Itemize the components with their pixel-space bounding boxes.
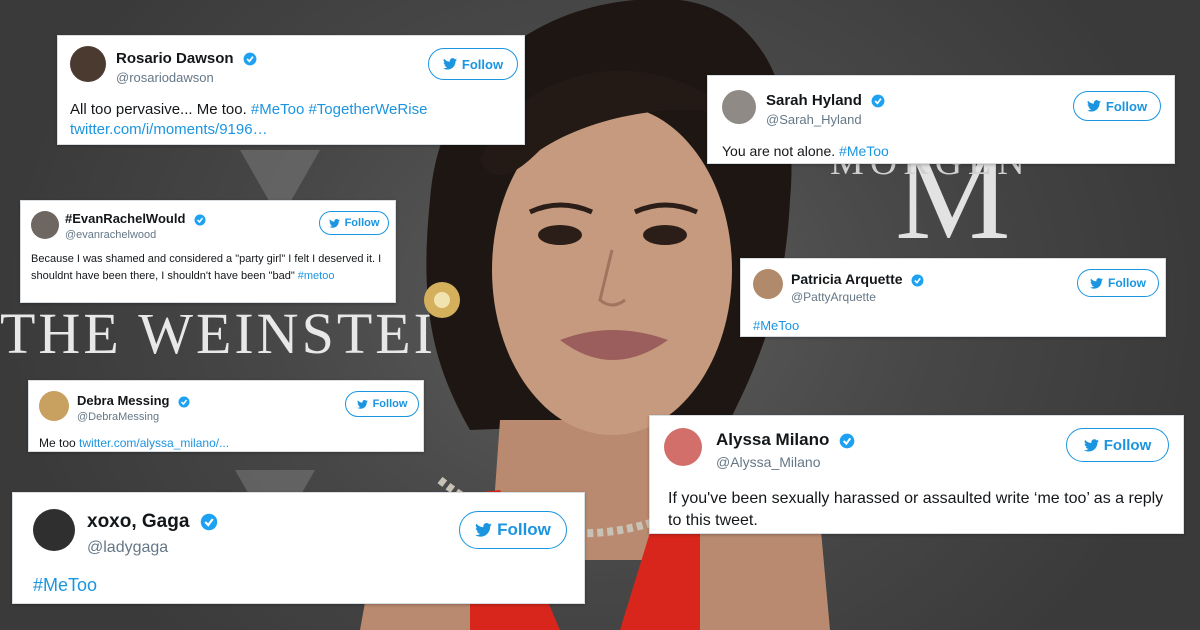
follow-label: Follow <box>1105 98 1148 114</box>
tweet-text: #MeToo <box>33 573 573 597</box>
avatar[interactable] <box>753 269 783 299</box>
follow-button[interactable]: Follow <box>1066 428 1169 462</box>
follow-button[interactable]: Follow <box>459 511 567 549</box>
verified-badge-icon <box>911 274 924 287</box>
tweet-text-plain: If you've been sexually harassed or assa… <box>668 490 1164 529</box>
tweet-text: You are not alone. #MeToo <box>722 142 1162 161</box>
follow-button[interactable]: Follow <box>345 391 419 417</box>
display-name: Rosario Dawson <box>116 50 257 67</box>
hashtag-link[interactable]: #MeToo <box>33 575 97 595</box>
handle[interactable]: @PattyArquette <box>791 290 876 304</box>
tweet-text-plain: All too pervasive... Me too. <box>70 101 251 118</box>
follow-button[interactable]: Follow <box>1077 269 1159 297</box>
handle[interactable]: @ladygaga <box>87 539 168 557</box>
twitter-bird-icon <box>442 58 457 70</box>
verified-badge-icon <box>243 52 257 66</box>
tweet-text: Me too twitter.com/alyssa_milano/... <box>39 435 419 451</box>
follow-label: Follow <box>1103 436 1152 454</box>
tweet-card: Alyssa Milano @Alyssa_Milano Follow If y… <box>649 415 1184 534</box>
tweet-text: #MeToo <box>753 317 1153 335</box>
moment-link[interactable]: twitter.com/i/moments/9196… <box>70 121 268 138</box>
avatar[interactable] <box>39 391 69 421</box>
tweet-card: #EvanRachelWould @evanrachelwood Follow … <box>20 200 396 303</box>
avatar[interactable] <box>722 90 756 124</box>
avatar[interactable] <box>664 428 702 466</box>
display-name-text: Sarah Hyland <box>766 92 862 109</box>
avatar[interactable] <box>31 211 59 239</box>
tweet-text: Because I was shamed and considered a "p… <box>31 251 389 284</box>
tweet-card: Patricia Arquette @PattyArquette Follow … <box>740 258 1166 337</box>
embedded-link[interactable]: twitter.com/alyssa_milano/... <box>79 436 229 450</box>
follow-label: Follow <box>497 520 551 539</box>
tweet-text-plain: Me too <box>39 436 80 450</box>
display-name-text: Debra Messing <box>77 393 170 408</box>
verified-badge-icon <box>839 433 855 448</box>
handle[interactable]: @Sarah_Hyland <box>766 112 862 127</box>
tweet-card: Sarah Hyland @Sarah_Hyland Follow You ar… <box>707 75 1175 164</box>
twitter-bird-icon <box>1086 100 1101 112</box>
tweet-card: xoxo, Gaga @ladygaga Follow #MeToo <box>12 492 585 604</box>
display-name-text: #EvanRachelWould <box>65 211 186 226</box>
display-name: Debra Messing <box>77 393 190 408</box>
display-name-text: Alyssa Milano <box>716 430 830 449</box>
display-name-text: Rosario Dawson <box>116 50 234 67</box>
follow-label: Follow <box>461 56 504 72</box>
follow-button[interactable]: Follow <box>319 211 389 235</box>
tweet-text: If you've been sexually harassed or assa… <box>668 488 1173 531</box>
hashtag-link[interactable]: #MeToo <box>753 318 799 333</box>
display-name: Patricia Arquette <box>791 271 924 287</box>
display-name: Sarah Hyland <box>766 92 885 109</box>
display-name: #EvanRachelWould <box>65 211 206 226</box>
hashtag-link[interactable]: #metoo <box>298 270 335 282</box>
follow-label: Follow <box>344 217 380 229</box>
display-name: Alyssa Milano <box>716 430 855 450</box>
verified-badge-icon <box>200 513 217 531</box>
handle[interactable]: @rosariodawson <box>116 70 214 85</box>
twitter-bird-icon <box>356 399 368 409</box>
tweet-text-plain: You are not alone. <box>722 143 840 159</box>
avatar[interactable] <box>70 46 106 82</box>
verified-badge-icon <box>871 94 885 108</box>
handle[interactable]: @Alyssa_Milano <box>716 454 820 470</box>
verified-badge-icon <box>194 214 206 226</box>
follow-label: Follow <box>1108 276 1146 290</box>
tweet-text: All too pervasive... Me too. #MeToo #Tog… <box>70 100 510 141</box>
tweet-card: Rosario Dawson @rosariodawson Follow All… <box>57 35 525 145</box>
handle[interactable]: @evanrachelwood <box>65 229 156 241</box>
display-name-text: Patricia Arquette <box>791 271 903 287</box>
follow-button[interactable]: Follow <box>1073 91 1161 121</box>
avatar[interactable] <box>33 509 75 551</box>
handle[interactable]: @DebraMessing <box>77 411 159 423</box>
twitter-bird-icon <box>1083 438 1099 451</box>
twitter-bird-icon <box>475 523 492 537</box>
tweet-card: Debra Messing @DebraMessing Follow Me to… <box>28 380 424 452</box>
follow-button[interactable]: Follow <box>428 48 518 80</box>
follow-label: Follow <box>372 398 408 410</box>
hashtag-link[interactable]: #MeToo <box>839 143 889 159</box>
display-name: xoxo, Gaga <box>87 511 218 533</box>
display-name-text: xoxo, Gaga <box>87 511 190 532</box>
hashtag-link[interactable]: #MeToo #TogetherWeRise <box>251 101 427 118</box>
twitter-bird-icon <box>1090 277 1103 289</box>
verified-badge-icon <box>178 396 190 408</box>
twitter-bird-icon <box>328 218 340 228</box>
